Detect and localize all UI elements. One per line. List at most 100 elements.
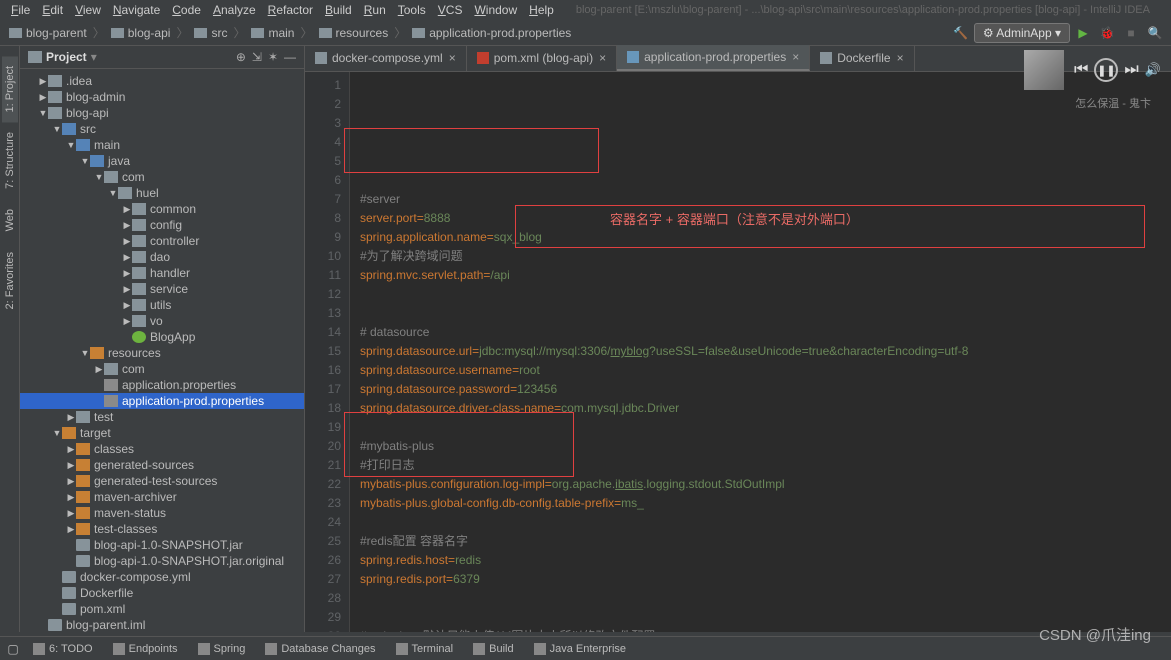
locate-icon[interactable]: ⊕ [236, 50, 246, 64]
tree-item[interactable]: blog-parent.iml [20, 617, 304, 632]
crumb-5[interactable]: application-prod.properties [408, 26, 575, 40]
bottom-tab-todo[interactable]: 6: TODO [25, 641, 101, 657]
menu-code[interactable]: Code [166, 1, 207, 19]
bottom-tab-spring[interactable]: Spring [190, 641, 254, 657]
tree-arrow-icon[interactable]: ▶ [122, 284, 132, 295]
editor-body[interactable]: 1234567891011121314151617181920212223242… [305, 72, 1171, 632]
code-line[interactable]: spring.redis.port=6379 [360, 570, 1161, 589]
tree-item[interactable]: ▶generated-test-sources [20, 473, 304, 489]
tree-arrow-icon[interactable]: ▼ [94, 172, 104, 182]
crumb-1[interactable]: blog-api [107, 26, 175, 40]
tree-arrow-icon[interactable]: ▶ [122, 236, 132, 247]
tree-item[interactable]: ▶blog-admin [20, 89, 304, 105]
tree-item[interactable]: BlogApp [20, 329, 304, 345]
tree-arrow-icon[interactable]: ▶ [122, 220, 132, 231]
tree-item[interactable]: application.properties [20, 377, 304, 393]
tree-arrow-icon[interactable]: ▶ [94, 364, 104, 375]
tree-arrow-icon[interactable]: ▼ [52, 428, 62, 438]
side-tab-project[interactable]: 1: Project [2, 56, 18, 122]
tree-arrow-icon[interactable]: ▶ [122, 300, 132, 311]
tree-arrow-icon[interactable]: ▶ [122, 204, 132, 215]
bottom-tab-javaenterprise[interactable]: Java Enterprise [526, 641, 634, 657]
close-icon[interactable]: × [599, 51, 606, 65]
volume-icon[interactable]: 🔊 [1145, 62, 1161, 78]
code-line[interactable]: spring.datasource.password=123456 [360, 380, 1161, 399]
side-tab-favorites[interactable]: 2: Favorites [2, 242, 18, 319]
tree-item[interactable]: Dockerfile [20, 585, 304, 601]
code-line[interactable]: spring.datasource.url=jdbc:mysql://mysql… [360, 342, 1161, 361]
menu-build[interactable]: Build [319, 1, 358, 19]
tree-arrow-icon[interactable]: ▶ [122, 252, 132, 263]
menu-edit[interactable]: Edit [36, 1, 69, 19]
run-config-dropdown[interactable]: ⚙ AdminApp ▾ [974, 23, 1070, 43]
menu-navigate[interactable]: Navigate [107, 1, 166, 19]
tree-item[interactable]: application-prod.properties [20, 393, 304, 409]
code-line[interactable]: #打印日志 [360, 456, 1161, 475]
tree-item[interactable]: docker-compose.yml [20, 569, 304, 585]
menu-file[interactable]: File [5, 1, 36, 19]
close-icon[interactable]: × [792, 50, 799, 64]
crumb-4[interactable]: resources [315, 26, 393, 40]
code-line[interactable]: spring.datasource.driver-class-name=com.… [360, 399, 1161, 418]
run-button[interactable]: ▶ [1072, 22, 1094, 44]
side-tab-structure[interactable]: 7: Structure [2, 122, 18, 199]
menu-help[interactable]: Help [523, 1, 560, 19]
code-line[interactable]: #redis配置 容器名字 [360, 532, 1161, 551]
editor-tab[interactable]: docker-compose.yml× [305, 45, 467, 71]
gear-icon[interactable]: ✶ [268, 50, 278, 64]
menu-refactor[interactable]: Refactor [262, 1, 319, 19]
tree-item[interactable]: ▼blog-api [20, 105, 304, 121]
code-line[interactable]: spring.application.name=sqx_blog [360, 228, 1161, 247]
tree-item[interactable]: ▼target [20, 425, 304, 441]
search-icon[interactable]: 🔍 [1144, 22, 1166, 44]
tree-item[interactable]: blog-api-1.0-SNAPSHOT.jar [20, 537, 304, 553]
tree-arrow-icon[interactable]: ▼ [80, 156, 90, 166]
tree-item[interactable]: ▶test-classes [20, 521, 304, 537]
code-line[interactable]: #为了解决跨域问题 [360, 247, 1161, 266]
crumb-2[interactable]: src [190, 26, 231, 40]
menu-tools[interactable]: Tools [392, 1, 432, 19]
hide-icon[interactable]: — [284, 50, 296, 64]
pause-button[interactable]: ❚❚ [1094, 58, 1118, 82]
tree-arrow-icon[interactable]: ▼ [52, 124, 62, 134]
tree-arrow-icon[interactable]: ▼ [108, 188, 118, 198]
tree-arrow-icon[interactable]: ▼ [38, 108, 48, 118]
code-line[interactable] [360, 418, 1161, 437]
menu-vcs[interactable]: VCS [432, 1, 469, 19]
code-line[interactable]: #mybatis-plus [360, 437, 1161, 456]
tree-item[interactable]: ▼huel [20, 185, 304, 201]
next-track-icon[interactable]: ⏭ [1124, 61, 1138, 79]
menu-run[interactable]: Run [358, 1, 392, 19]
code-line[interactable]: mybatis-plus.global-config.db-config.tab… [360, 494, 1161, 513]
tree-item[interactable]: ▶.idea [20, 73, 304, 89]
tree-item[interactable]: ▶utils [20, 297, 304, 313]
project-tree[interactable]: ▶.idea▶blog-admin▼blog-api▼src▼main▼java… [20, 69, 304, 632]
code-line[interactable]: #server [360, 190, 1161, 209]
menu-window[interactable]: Window [468, 1, 523, 19]
tree-arrow-icon[interactable]: ▶ [66, 444, 76, 455]
code-line[interactable] [360, 589, 1161, 608]
stop-button[interactable]: ■ [1120, 22, 1142, 44]
code-line[interactable]: # datasource [360, 323, 1161, 342]
tree-item[interactable]: ▼resources [20, 345, 304, 361]
collapse-icon[interactable]: ⇲ [252, 50, 262, 64]
prev-track-icon[interactable]: ⏮ [1074, 61, 1088, 79]
code-line[interactable]: spring.datasource.username=root [360, 361, 1161, 380]
tree-arrow-icon[interactable]: ▼ [66, 140, 76, 150]
tree-item[interactable]: ▶maven-archiver [20, 489, 304, 505]
tree-arrow-icon[interactable]: ▶ [66, 460, 76, 471]
bottom-tab-build[interactable]: Build [465, 641, 521, 657]
close-icon[interactable]: × [897, 51, 904, 65]
tree-arrow-icon[interactable]: ▶ [38, 92, 48, 103]
bottom-tab-terminal[interactable]: Terminal [388, 641, 462, 657]
tree-item[interactable]: ▶config [20, 217, 304, 233]
tree-arrow-icon[interactable]: ▶ [66, 508, 76, 519]
tree-item[interactable]: blog-api-1.0-SNAPSHOT.jar.original [20, 553, 304, 569]
toolwindow-toggle-icon[interactable]: ▢ [5, 642, 21, 656]
tree-item[interactable]: ▶maven-status [20, 505, 304, 521]
tree-item[interactable]: ▶handler [20, 265, 304, 281]
tree-arrow-icon[interactable]: ▶ [66, 412, 76, 423]
tree-item[interactable]: ▶classes [20, 441, 304, 457]
tree-arrow-icon[interactable]: ▶ [122, 316, 132, 327]
side-tab-web[interactable]: Web [2, 199, 18, 241]
